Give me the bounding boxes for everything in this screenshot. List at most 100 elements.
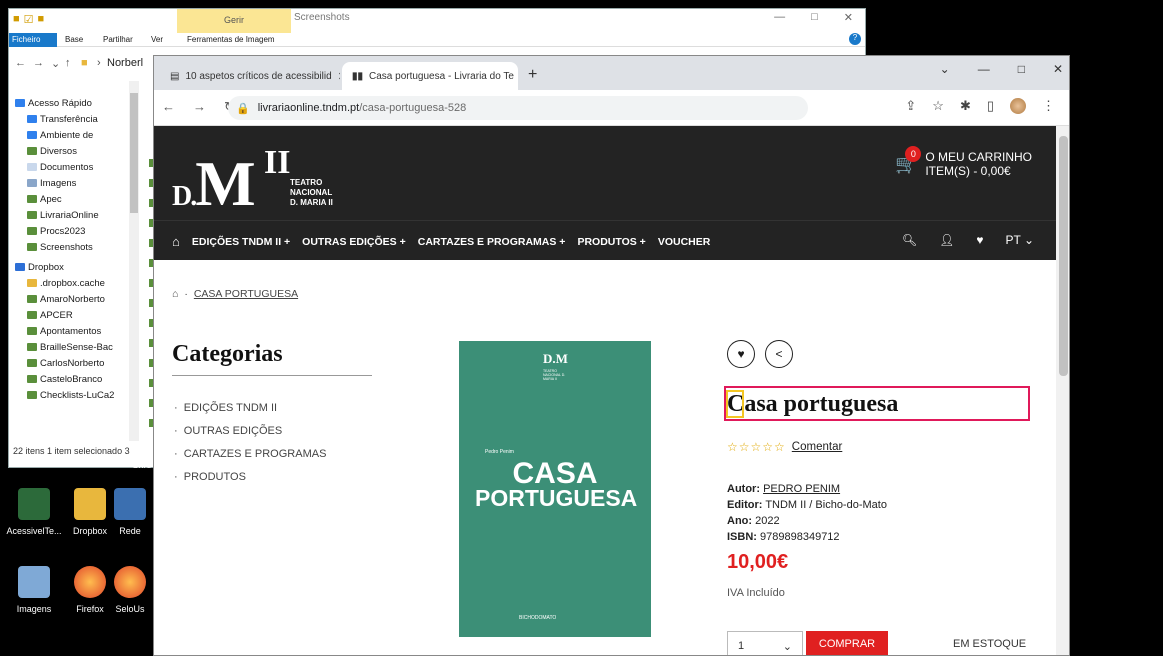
nav-item[interactable]: Diversos <box>27 143 77 159</box>
close-icon[interactable]: ✕ <box>338 70 340 83</box>
category-item[interactable]: · EDIÇÕES TNDM II <box>174 402 277 414</box>
heart-icon[interactable]: ♥ <box>976 233 983 247</box>
menu-kebab-icon[interactable]: ⋮ <box>1042 98 1055 114</box>
explorer-window-controls: — □ ✕ <box>774 11 853 24</box>
minimize-icon[interactable]: — <box>978 62 990 76</box>
desktop-icon-imagens[interactable]: Imagens <box>2 566 66 614</box>
star-rating-icon[interactable]: ☆☆☆☆☆ <box>727 440 786 454</box>
folder-icon <box>27 147 37 155</box>
close-icon[interactable]: ✕ <box>844 11 853 24</box>
ribbon-tab-image-tools[interactable]: Ferramentas de Imagem <box>187 35 275 44</box>
desktop-icon-acessivel[interactable]: AcessivelTe... <box>2 488 66 536</box>
stock-status: EM ESTOQUE <box>953 638 1027 650</box>
forward-icon[interactable]: → <box>193 99 206 115</box>
chevron-down-icon: ⌄ <box>782 641 792 653</box>
explorer-titlebar <box>9 9 865 33</box>
breadcrumb-current[interactable]: CASA PORTUGUESA <box>194 288 298 300</box>
meta-value: TNDM II / Bicho-do-Mato <box>765 499 887 511</box>
logo-line: TEATRO <box>290 178 323 187</box>
new-tab-icon[interactable]: + <box>528 66 537 84</box>
nav-item[interactable]: Apec <box>27 191 62 207</box>
cover-publisher: BICHODOMATO <box>519 615 557 621</box>
nav-item[interactable]: Procs2023 <box>27 223 85 239</box>
nav-produtos[interactable]: PRODUTOS + <box>577 236 645 248</box>
quantity-select[interactable]: 1 ⌄ <box>727 631 803 655</box>
tab-casa-portuguesa[interactable]: ▮▮ Casa portuguesa - Livraria do Te ✕ <box>342 62 518 90</box>
bookmark-star-icon[interactable]: ☆ <box>932 98 944 114</box>
up-icon[interactable]: ↑ <box>65 57 71 69</box>
folder-icon: ■ <box>37 13 45 25</box>
quick-access-toolbar[interactable]: ■ ☑ ■ <box>13 13 44 26</box>
desktop-icon-rede[interactable]: Rede <box>108 488 152 536</box>
back-icon[interactable]: ← <box>162 99 175 115</box>
meta-value: 2022 <box>755 515 780 527</box>
nav-outras-edicoes[interactable]: OUTRAS EDIÇÕES + <box>302 236 406 248</box>
nav-item-dropbox[interactable]: Dropbox <box>15 259 64 275</box>
logo-line: NACIONAL <box>290 188 333 197</box>
ribbon-tab-view[interactable]: Ver <box>151 35 163 44</box>
nav-voucher[interactable]: VOUCHER <box>658 236 711 248</box>
nav-item[interactable]: Imagens <box>27 175 76 191</box>
category-item[interactable]: · PRODUTOS <box>174 471 246 483</box>
extensions-icon[interactable]: ✱ <box>960 98 971 114</box>
maximize-icon[interactable]: □ <box>811 11 818 24</box>
language-selector[interactable]: PT ⌄ <box>1005 233 1034 247</box>
ribbon-context-tab[interactable]: Gerir <box>177 15 291 25</box>
nav-item[interactable]: CasteloBranco <box>27 371 102 387</box>
author-link[interactable]: PEDRO PENIM <box>763 483 840 495</box>
nav-item[interactable]: Transferência <box>27 111 98 127</box>
chevron-down-icon[interactable]: ⌄ <box>940 62 950 76</box>
comment-link[interactable]: Comentar <box>792 441 843 453</box>
nav-item[interactable]: Documentos <box>27 159 93 175</box>
forward-icon[interactable]: → <box>33 57 44 69</box>
folder-icon <box>27 195 37 203</box>
side-panel-icon[interactable]: ▯ <box>987 98 994 114</box>
home-icon[interactable]: ⌂ <box>172 288 178 300</box>
address-path[interactable]: Norberl <box>107 57 143 69</box>
chevron-down-icon[interactable]: ⌄ <box>51 57 60 70</box>
profile-avatar[interactable] <box>1010 98 1026 114</box>
nav-item[interactable]: BrailleSense-Bac <box>27 339 113 355</box>
category-item[interactable]: · CARTAZES E PROGRAMAS <box>174 448 326 460</box>
address-bar[interactable]: 🔒 livrariaonline.tndm.pt/casa-portuguesa… <box>228 96 808 120</box>
nav-cartazes[interactable]: CARTAZES E PROGRAMAS + <box>418 236 566 248</box>
maximize-icon[interactable]: □ <box>1018 62 1025 76</box>
nav-item[interactable]: AmaroNorberto <box>27 291 105 307</box>
nav-item[interactable]: LivrariaOnline <box>27 207 99 223</box>
close-icon[interactable]: ✕ <box>1053 62 1063 76</box>
chrome-window: ▤ 10 aspetos críticos de acessibilid ✕ ▮… <box>153 55 1070 656</box>
nav-item[interactable]: Apontamentos <box>27 323 101 339</box>
help-icon[interactable]: ? <box>849 33 861 45</box>
ribbon-tab-share[interactable]: Partilhar <box>103 35 133 44</box>
user-icon[interactable]: 👤︎ <box>939 233 954 247</box>
desktop-icon <box>27 131 37 139</box>
nav-edicoes-tndm[interactable]: EDIÇÕES TNDM II + <box>192 236 290 248</box>
dropbox-icon <box>15 263 25 271</box>
folder-icon <box>27 227 37 235</box>
share-button[interactable]: < <box>765 340 793 368</box>
buy-button[interactable]: COMPRAR <box>806 631 888 655</box>
nav-item[interactable]: Checklists-LuCa2 <box>27 387 114 403</box>
nav-item-quick-access[interactable]: Acesso Rápido <box>15 95 92 111</box>
nav-item[interactable]: Ambiente de <box>27 127 93 143</box>
home-icon[interactable]: ⌂ <box>172 234 180 249</box>
ribbon-tab-home[interactable]: Base <box>65 35 83 44</box>
cart-summary[interactable]: 🛒 0 O MEU CARRINHO ITEM(S) - 0,00€ <box>895 146 1032 178</box>
tab-accessibility[interactable]: ▤ 10 aspetos críticos de acessibilid ✕ <box>160 62 340 90</box>
folder-icon: ■ <box>13 13 20 25</box>
search-icon[interactable]: 🔍︎ <box>902 233 917 247</box>
nav-pane-scroll-thumb[interactable] <box>130 93 138 213</box>
nav-item[interactable]: Screenshots <box>27 239 93 255</box>
nav-item[interactable]: APCER <box>27 307 73 323</box>
ribbon-tab-file[interactable]: Ficheiro <box>9 33 57 47</box>
page-scroll-thumb[interactable] <box>1059 136 1068 376</box>
nav-item[interactable]: CarlosNorberto <box>27 355 104 371</box>
desktop-icon-selo[interactable]: SeloUs <box>108 566 152 614</box>
wishlist-button[interactable]: ♥ <box>727 340 755 368</box>
minimize-icon[interactable]: — <box>774 11 785 24</box>
back-icon[interactable]: ← <box>15 57 26 69</box>
nav-item[interactable]: .dropbox.cache <box>27 275 105 291</box>
category-item[interactable]: · OUTRAS EDIÇÕES <box>174 425 282 437</box>
share-icon[interactable]: ⇪ <box>905 98 916 114</box>
tab-strip: ▤ 10 aspetos críticos de acessibilid ✕ ▮… <box>154 56 1069 90</box>
